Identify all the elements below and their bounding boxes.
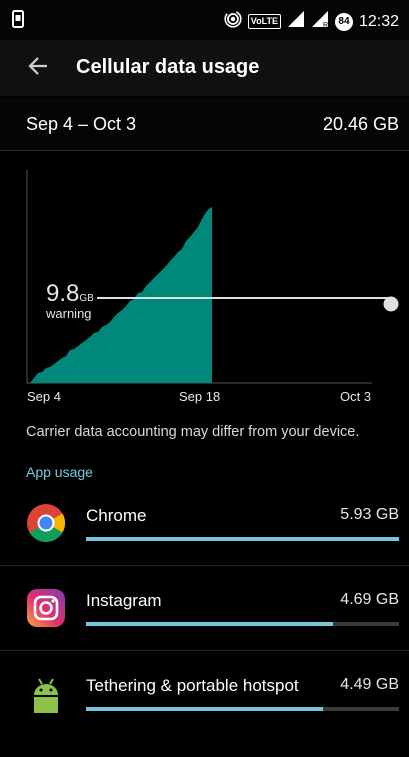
chrome-icon bbox=[26, 503, 66, 543]
app-row-chrome[interactable]: Chrome 5.93 GB bbox=[0, 503, 409, 587]
app-name: Instagram bbox=[86, 591, 162, 610]
usage-bar-fill bbox=[86, 622, 334, 626]
total-usage: 20.46 GB bbox=[322, 114, 399, 134]
hotspot-icon bbox=[224, 10, 242, 33]
arrow-left-icon bbox=[27, 55, 49, 82]
usage-bar bbox=[86, 622, 399, 626]
app-row-instagram[interactable]: Instagram 4.69 GB bbox=[0, 588, 409, 672]
app-name: Tethering & portable hotspot bbox=[86, 676, 299, 695]
warning-unit: GB bbox=[79, 293, 94, 304]
battery-icon: 84 bbox=[334, 12, 353, 31]
app-size: 4.69 GB bbox=[340, 591, 399, 608]
signal-icon bbox=[287, 10, 305, 33]
instagram-icon bbox=[26, 588, 66, 628]
x-tick-mid: Sep 18 bbox=[179, 389, 221, 404]
warning-handle[interactable] bbox=[383, 296, 399, 312]
back-button[interactable] bbox=[22, 52, 54, 84]
x-tick-end: Oct 3 bbox=[340, 389, 372, 404]
app-size: 4.49 GB bbox=[340, 676, 399, 693]
x-tick-start: Sep 4 bbox=[27, 389, 61, 404]
clock: 12:32 bbox=[358, 12, 399, 30]
usage-bar-fill bbox=[86, 707, 323, 711]
warning-number: 9.8 bbox=[46, 280, 80, 307]
app-row-tethering[interactable]: Tethering & portable hotspot 4.49 GB bbox=[0, 673, 409, 757]
usage-bar bbox=[86, 537, 399, 541]
status-bar: VoLTE R 84 12:32 bbox=[0, 0, 409, 40]
warning-label: warning bbox=[46, 306, 92, 321]
android-icon bbox=[26, 673, 66, 713]
app-usage-header: App usage bbox=[26, 464, 93, 480]
billing-cycle-range: Sep 4 – Oct 3 bbox=[26, 114, 137, 134]
divider bbox=[0, 650, 409, 651]
usage-bar-fill bbox=[86, 537, 399, 541]
billing-cycle-row[interactable]: Sep 4 – Oct 3 20.46 GB bbox=[0, 98, 409, 151]
app-bar: Cellular data usage bbox=[0, 40, 409, 96]
svg-text:R: R bbox=[323, 22, 328, 28]
signal-roaming-icon: R bbox=[311, 10, 329, 33]
app-name: Chrome bbox=[86, 506, 147, 525]
page-title: Cellular data usage bbox=[76, 56, 260, 78]
usage-bar bbox=[86, 707, 399, 711]
warning-value[interactable]: 9.8GB bbox=[46, 280, 94, 308]
app-size: 5.93 GB bbox=[340, 506, 399, 523]
divider bbox=[0, 565, 409, 566]
volte-badge: VoLTE bbox=[247, 14, 281, 29]
notification-phone-icon bbox=[12, 10, 24, 33]
carrier-disclaimer: Carrier data accounting may differ from … bbox=[26, 424, 360, 440]
